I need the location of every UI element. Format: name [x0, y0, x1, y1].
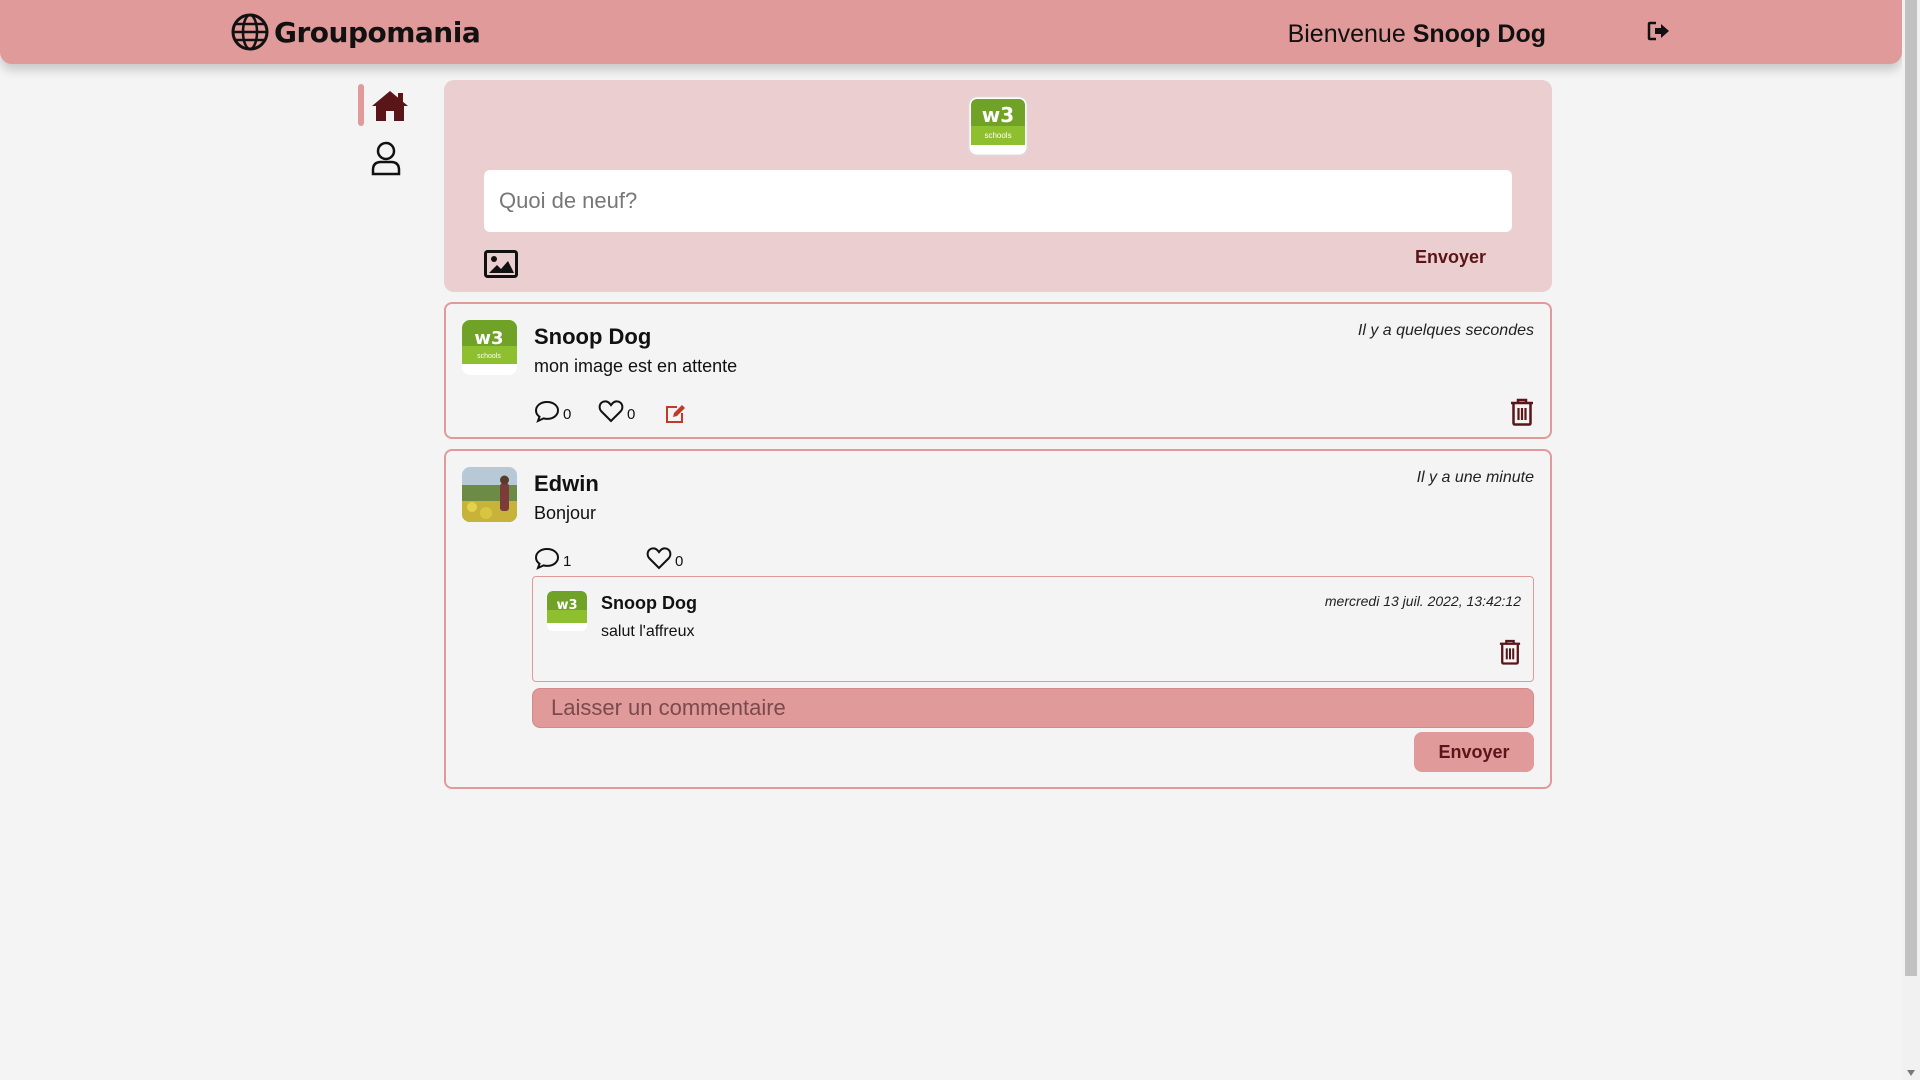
post-input[interactable]: [484, 170, 1512, 232]
brand-name: Groupomania: [274, 15, 481, 49]
welcome-prefix: Bienvenue: [1287, 20, 1406, 48]
post-timestamp: Il y a quelques secondes: [1357, 322, 1534, 339]
current-user-name: Snoop Dog: [1412, 20, 1546, 48]
comment-count: 0: [563, 406, 572, 423]
svg-text:w3: w3: [556, 598, 577, 613]
active-nav-indicator: [358, 84, 364, 126]
logout-icon[interactable]: [1646, 18, 1672, 44]
heart-icon: [646, 547, 672, 570]
post-composer: w3 schools Envoyer: [444, 80, 1552, 292]
heart-icon: [598, 400, 624, 423]
send-comment-button[interactable]: Envoyer: [1414, 732, 1534, 772]
post-author[interactable]: Snoop Dog: [534, 324, 651, 350]
user-icon[interactable]: [370, 140, 402, 176]
like-count: 0: [627, 406, 636, 423]
home-icon[interactable]: [370, 88, 410, 124]
comment-input[interactable]: [532, 688, 1534, 728]
post-text: Bonjour: [534, 503, 597, 523]
post-author[interactable]: Edwin: [534, 471, 599, 497]
comment-author[interactable]: Snoop Dog: [601, 593, 697, 614]
comment-button[interactable]: 1: [534, 546, 571, 570]
comment-button[interactable]: 0: [534, 399, 571, 423]
globe-icon: [231, 13, 269, 51]
brand[interactable]: Groupomania: [230, 10, 481, 54]
trash-icon[interactable]: [1510, 398, 1534, 426]
post-timestamp: Il y a une minute: [1416, 469, 1534, 486]
comment-timestamp: mercredi 13 juil. 2022, 13:42:12: [1324, 593, 1521, 609]
post-text: mon image est en attente: [534, 356, 738, 376]
image-icon[interactable]: [484, 250, 518, 278]
avatar[interactable]: w3: [547, 591, 587, 631]
avatar-logo-text: schools: [984, 131, 1011, 140]
svg-text:w3: w3: [982, 103, 1014, 127]
welcome-message: Bienvenue Snoop Dog: [1288, 20, 1546, 49]
top-bar: Groupomania Bienvenue Snoop Dog: [0, 0, 1902, 64]
avatar[interactable]: w3 schools: [462, 320, 517, 375]
send-post-button[interactable]: Envoyer: [1409, 246, 1492, 269]
svg-text:w3: w3: [474, 328, 503, 349]
post-card: Edwin Il y a une minute Bonjour 1 0 w3 S…: [444, 449, 1552, 789]
edit-icon[interactable]: [664, 404, 686, 424]
comment-icon: [534, 547, 560, 570]
like-button[interactable]: 0: [598, 399, 635, 423]
scrollbar-thumb[interactable]: [1905, 0, 1917, 976]
comment-count: 1: [563, 553, 572, 570]
like-count: 0: [675, 553, 684, 570]
svg-text:schools: schools: [477, 353, 501, 360]
comment-text: salut l'affreux: [601, 623, 695, 640]
post-card: w3 schools Snoop Dog Il y a quelques sec…: [444, 302, 1552, 439]
avatar[interactable]: w3 schools: [968, 96, 1028, 156]
scroll-down-arrow-icon[interactable]: [1907, 1070, 1915, 1076]
comment-icon: [534, 400, 560, 423]
trash-icon[interactable]: [1499, 639, 1521, 665]
comment-item: w3 Snoop Dog mercredi 13 juil. 2022, 13:…: [532, 576, 1534, 682]
like-button[interactable]: 0: [646, 546, 683, 570]
avatar-photo[interactable]: [462, 467, 517, 522]
vertical-scrollbar[interactable]: [1902, 0, 1920, 1080]
